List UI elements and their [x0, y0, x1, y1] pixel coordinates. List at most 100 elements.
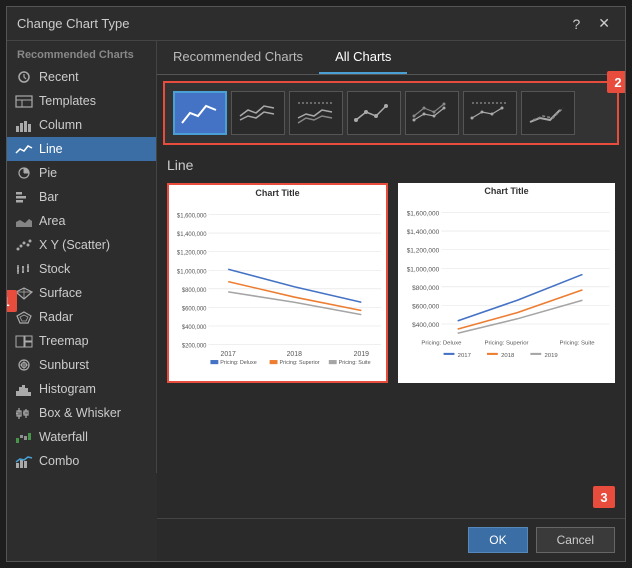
sidebar-label-sunburst: Sunburst	[39, 358, 89, 372]
sidebar-item-pie[interactable]: Pie	[7, 161, 156, 185]
sidebar-recommended-header: Recommended Charts	[7, 41, 156, 65]
sidebar-label-stock: Stock	[39, 262, 70, 276]
recent-icon	[15, 70, 33, 84]
svg-text:$1,000,000: $1,000,000	[177, 269, 207, 275]
sidebar-item-radar[interactable]: Radar	[7, 305, 156, 329]
chart-icons-row: 2	[163, 81, 619, 145]
sidebar-item-combo[interactable]: Combo	[7, 449, 156, 473]
templates-icon	[15, 94, 33, 108]
chart-icon-stacked-markers[interactable]	[405, 91, 459, 135]
svg-text:$1,400,000: $1,400,000	[177, 232, 207, 238]
sidebar-label-line: Line	[39, 142, 63, 156]
sidebar-label-recent: Recent	[39, 70, 79, 84]
svg-text:Pricing: Deluxe: Pricing: Deluxe	[220, 360, 256, 366]
sidebar-label-radar: Radar	[39, 310, 73, 324]
svg-text:$1,400,000: $1,400,000	[407, 229, 440, 236]
line-icon	[15, 142, 33, 156]
chart-preview-selected[interactable]: Chart Title $1,600,000 $1,400,000 $1,200…	[167, 183, 388, 383]
sidebar-label-waterfall: Waterfall	[39, 430, 88, 444]
badge-2: 2	[607, 71, 625, 93]
sidebar-label-column: Column	[39, 118, 82, 132]
svg-text:2018: 2018	[501, 353, 514, 359]
sidebar-label-treemap: Treemap	[39, 334, 89, 348]
bar-icon	[15, 190, 33, 204]
svg-text:$1,600,000: $1,600,000	[177, 213, 207, 219]
sidebar-item-treemap[interactable]: Treemap	[7, 329, 156, 353]
sidebar-label-area: Area	[39, 214, 65, 228]
title-bar-buttons: ? ✕	[567, 13, 615, 34]
preview-area: 3 Chart Title $1,600,000 $1,400,000 $1,2…	[157, 177, 625, 518]
combo-icon	[15, 454, 33, 468]
svg-text:$600,000: $600,000	[412, 304, 440, 311]
sidebar-item-histogram[interactable]: Histogram	[7, 377, 156, 401]
main-area: 1 Recommended Charts Recent	[7, 41, 625, 561]
sidebar-item-area[interactable]: Area	[7, 209, 156, 233]
tabs-row: Recommended Charts All Charts	[157, 41, 625, 75]
sidebar-label-bar: Bar	[39, 190, 58, 204]
change-chart-type-dialog: Change Chart Type ? ✕ 1 Recommended Char…	[6, 6, 626, 562]
cancel-button[interactable]: Cancel	[536, 527, 615, 553]
chart-preview-title-2: Chart Title	[398, 183, 615, 197]
scatter-icon	[15, 238, 33, 252]
svg-text:Pricing: Deluxe: Pricing: Deluxe	[421, 341, 461, 347]
content-area: Recommended Charts All Charts 2	[157, 41, 625, 561]
pie-icon	[15, 166, 33, 180]
sidebar-label-surface: Surface	[39, 286, 82, 300]
bottom-buttons: OK Cancel	[157, 518, 625, 561]
svg-text:$400,000: $400,000	[182, 325, 207, 331]
ok-button[interactable]: OK	[468, 527, 527, 553]
tab-recommended[interactable]: Recommended Charts	[157, 41, 319, 74]
sidebar-item-surface[interactable]: Surface	[7, 281, 156, 305]
close-button[interactable]: ✕	[593, 13, 615, 34]
sidebar-item-line[interactable]: Line	[7, 137, 156, 161]
svg-text:2017: 2017	[221, 351, 236, 358]
chart-icon-stacked-line[interactable]	[231, 91, 285, 135]
svg-text:$800,000: $800,000	[412, 285, 440, 292]
sidebar-item-bar[interactable]: Bar	[7, 185, 156, 209]
svg-text:$1,600,000: $1,600,000	[407, 211, 440, 218]
chart-icon-line-markers[interactable]	[347, 91, 401, 135]
badge-3: 3	[593, 486, 615, 508]
svg-text:$600,000: $600,000	[182, 306, 207, 312]
sidebar-item-column[interactable]: Column	[7, 113, 156, 137]
sidebar-item-sunburst[interactable]: Sunburst	[7, 353, 156, 377]
sidebar-item-stock[interactable]: Stock	[7, 257, 156, 281]
histogram-icon	[15, 382, 33, 396]
svg-text:Pricing: Superior: Pricing: Superior	[279, 360, 319, 366]
surface-icon	[15, 286, 33, 300]
svg-text:$400,000: $400,000	[412, 322, 440, 329]
box-whisker-icon	[15, 406, 33, 420]
svg-text:Pricing: Suite: Pricing: Suite	[559, 341, 594, 347]
badge-1: 1	[7, 290, 17, 312]
sidebar-item-recent[interactable]: Recent	[7, 65, 156, 89]
stock-icon	[15, 262, 33, 276]
dialog-title: Change Chart Type	[17, 16, 130, 31]
svg-text:Pricing: Suite: Pricing: Suite	[339, 360, 371, 366]
svg-text:2018: 2018	[287, 351, 302, 358]
chart-icon-100-stacked-markers[interactable]	[463, 91, 517, 135]
svg-text:2017: 2017	[458, 353, 471, 359]
waterfall-icon	[15, 430, 33, 444]
svg-text:2019: 2019	[544, 353, 557, 359]
svg-text:Pricing: Superior: Pricing: Superior	[484, 341, 528, 347]
svg-text:$200,000: $200,000	[182, 344, 207, 350]
chart-preview-title: Chart Title	[169, 185, 386, 199]
sidebar-label-pie: Pie	[39, 166, 57, 180]
chart-icon-line[interactable]	[173, 91, 227, 135]
sidebar-item-templates[interactable]: Templates	[7, 89, 156, 113]
sidebar-label-templates: Templates	[39, 94, 96, 108]
tab-all-charts[interactable]: All Charts	[319, 41, 407, 74]
column-icon	[15, 118, 33, 132]
chart-icon-3d-line[interactable]	[521, 91, 575, 135]
chart-preview-2[interactable]: Chart Title $1,600,000 $1,400,000 $1,200…	[398, 183, 615, 383]
area-icon	[15, 214, 33, 228]
sunburst-icon	[15, 358, 33, 372]
sidebar-label-scatter: X Y (Scatter)	[39, 238, 110, 252]
sidebar-item-boxwhisker[interactable]: Box & Whisker	[7, 401, 156, 425]
sidebar-item-scatter[interactable]: X Y (Scatter)	[7, 233, 156, 257]
help-button[interactable]: ?	[567, 13, 585, 34]
sidebar-item-waterfall[interactable]: Waterfall	[7, 425, 156, 449]
chart-icon-100-stacked-line[interactable]	[289, 91, 343, 135]
svg-text:$1,000,000: $1,000,000	[407, 266, 440, 273]
treemap-icon	[15, 334, 33, 348]
